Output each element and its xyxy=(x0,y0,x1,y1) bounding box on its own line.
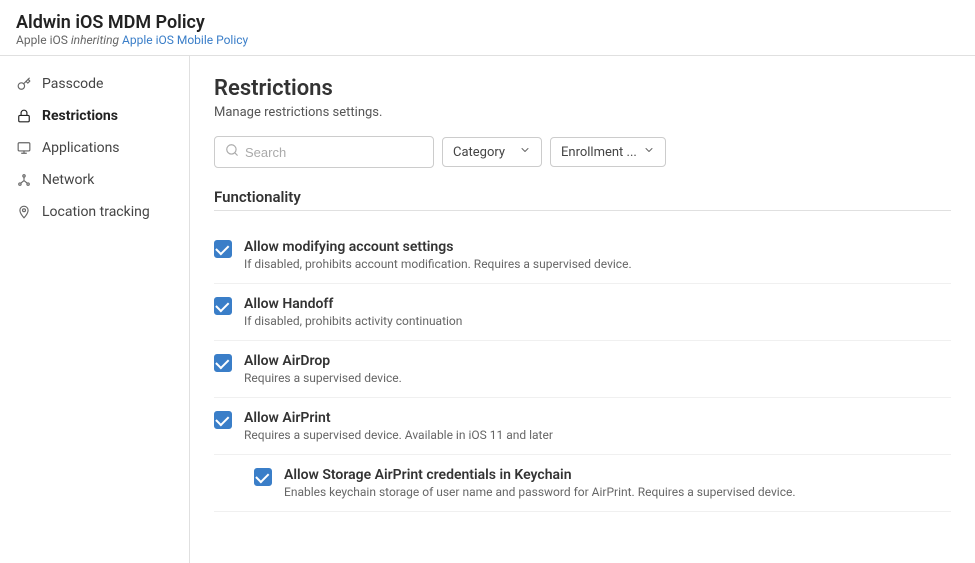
setting-label-allow-airdrop: Allow AirDrop xyxy=(244,353,402,369)
setting-desc-allow-airprint: Requires a supervised device. Available … xyxy=(244,428,553,442)
setting-item-allow-airdrop: Allow AirDrop Requires a supervised devi… xyxy=(214,341,951,398)
content-area: Restrictions Manage restrictions setting… xyxy=(190,56,975,563)
setting-desc-allow-storage-airprint: Enables keychain storage of user name an… xyxy=(284,485,796,499)
setting-text-allow-airdrop: Allow AirDrop Requires a supervised devi… xyxy=(244,353,402,385)
setting-label-allow-airprint: Allow AirPrint xyxy=(244,410,553,426)
subtitle-prefix: Apple iOS xyxy=(16,33,71,47)
checkbox-allow-modifying[interactable] xyxy=(214,240,232,258)
category-label: Category xyxy=(453,145,505,160)
setting-text-allow-storage-airprint: Allow Storage AirPrint credentials in Ke… xyxy=(284,467,796,499)
lock-icon xyxy=(16,108,32,124)
header: Aldwin iOS MDM Policy Apple iOS inheriti… xyxy=(0,0,975,56)
subtitle-italic: inheriting xyxy=(71,33,122,47)
sidebar-label-location: Location tracking xyxy=(42,204,150,220)
sidebar-label-passcode: Passcode xyxy=(42,76,103,92)
search-input[interactable] xyxy=(245,145,423,160)
sidebar-item-restrictions[interactable]: Restrictions xyxy=(0,100,189,132)
sidebar-label-restrictions: Restrictions xyxy=(42,108,118,124)
page-subtitle: Apple iOS inheriting Apple iOS Mobile Po… xyxy=(16,33,959,47)
setting-label-allow-handoff: Allow Handoff xyxy=(244,296,462,312)
setting-desc-allow-handoff: If disabled, prohibits activity continua… xyxy=(244,314,462,328)
network-icon xyxy=(16,172,32,188)
sidebar-item-applications[interactable]: Applications xyxy=(0,132,189,164)
category-dropdown[interactable]: Category xyxy=(442,137,542,167)
setting-text-allow-handoff: Allow Handoff If disabled, prohibits act… xyxy=(244,296,462,328)
enrollment-dropdown-arrow xyxy=(643,144,655,160)
content-subtitle: Manage restrictions settings. xyxy=(214,105,951,120)
sidebar-item-network[interactable]: Network xyxy=(0,164,189,196)
setting-label-allow-storage-airprint: Allow Storage AirPrint credentials in Ke… xyxy=(284,467,796,483)
content-title: Restrictions xyxy=(214,76,951,101)
key-icon xyxy=(16,76,32,92)
setting-item-allow-storage-airprint: Allow Storage AirPrint credentials in Ke… xyxy=(214,455,951,512)
setting-desc-allow-modifying: If disabled, prohibits account modificat… xyxy=(244,257,632,271)
enrollment-label: Enrollment ... xyxy=(561,145,637,160)
setting-label-allow-modifying: Allow modifying account settings xyxy=(244,239,632,255)
search-icon xyxy=(225,143,239,161)
subtitle-link[interactable]: Apple iOS Mobile Policy xyxy=(122,33,248,47)
checkbox-allow-airdrop[interactable] xyxy=(214,354,232,372)
setting-desc-allow-airdrop: Requires a supervised device. xyxy=(244,371,402,385)
setting-text-allow-airprint: Allow AirPrint Requires a supervised dev… xyxy=(244,410,553,442)
section-title-functionality: Functionality xyxy=(214,188,951,206)
setting-text-allow-modifying: Allow modifying account settings If disa… xyxy=(244,239,632,271)
setting-item-allow-handoff: Allow Handoff If disabled, prohibits act… xyxy=(214,284,951,341)
filter-bar: Category Enrollment ... xyxy=(214,136,951,168)
checkbox-allow-storage-airprint[interactable] xyxy=(254,468,272,486)
checkbox-allow-handoff[interactable] xyxy=(214,297,232,315)
sidebar-label-applications: Applications xyxy=(42,140,120,156)
checkbox-allow-airprint[interactable] xyxy=(214,411,232,429)
settings-list: Allow modifying account settings If disa… xyxy=(214,227,951,512)
setting-item-allow-modifying: Allow modifying account settings If disa… xyxy=(214,227,951,284)
sidebar-item-passcode[interactable]: Passcode xyxy=(0,68,189,100)
setting-item-allow-airprint: Allow AirPrint Requires a supervised dev… xyxy=(214,398,951,455)
enrollment-dropdown[interactable]: Enrollment ... xyxy=(550,137,666,167)
category-dropdown-arrow xyxy=(519,144,531,160)
section-divider xyxy=(214,210,951,211)
sidebar: Passcode Restrictions Applications xyxy=(0,56,190,563)
search-box[interactable] xyxy=(214,136,434,168)
main-layout: Passcode Restrictions Applications xyxy=(0,56,975,563)
sidebar-item-location[interactable]: Location tracking xyxy=(0,196,189,228)
monitor-icon xyxy=(16,140,32,156)
sidebar-label-network: Network xyxy=(42,172,94,188)
pin-icon xyxy=(16,204,32,220)
page-title: Aldwin iOS MDM Policy xyxy=(16,12,959,33)
